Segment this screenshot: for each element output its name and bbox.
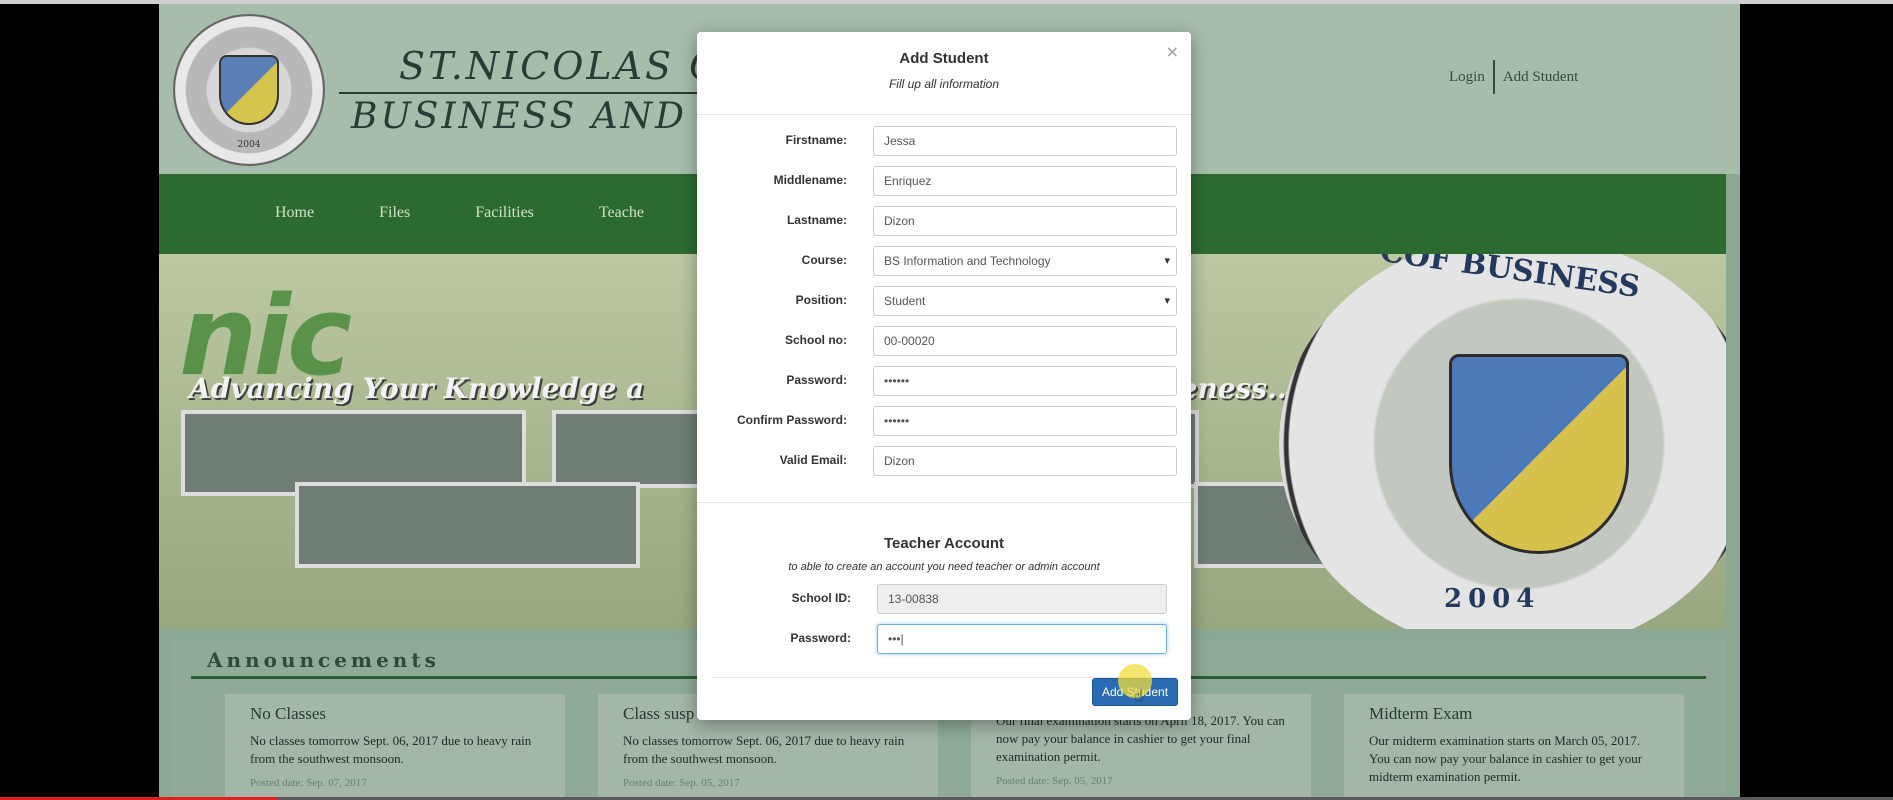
lastname-row: Lastname: Dizon xyxy=(697,206,1191,236)
add-student-modal: × Add Student Fill up all information Fi… xyxy=(697,32,1191,720)
valid-email-input[interactable]: Dizon xyxy=(873,446,1177,476)
teacher-school-id-row: School ID: 13-00838 xyxy=(697,584,1191,614)
teacher-account-title: Teacher Account xyxy=(883,535,1005,552)
confirm-password-label: Confirm Password: xyxy=(736,413,847,427)
hand-cursor-icon: ☝ xyxy=(1134,686,1144,705)
middlename-label: Middlename: xyxy=(773,173,847,187)
middlename-row: Middlename: Enriquez xyxy=(697,166,1191,196)
school-no-label: School no: xyxy=(785,333,847,347)
position-label: Position: xyxy=(795,293,847,307)
modal-title: Add Student xyxy=(899,50,989,67)
password-row: Password: •••••• xyxy=(697,366,1191,396)
valid-email-label: Valid Email: xyxy=(779,453,847,467)
teacher-password-label: Password: xyxy=(790,631,851,645)
teacher-school-id-input[interactable]: 13-00838 xyxy=(877,584,1167,614)
modal-subtitle: Fill up all information xyxy=(888,77,1000,91)
modal-divider xyxy=(697,114,1191,115)
modal-divider xyxy=(697,502,1191,503)
teacher-account-subtitle: to able to create an account you need te… xyxy=(788,561,1100,573)
teacher-password-input[interactable]: •••| xyxy=(877,624,1167,654)
middlename-input[interactable]: Enriquez xyxy=(873,166,1177,196)
firstname-row: Firstname: Jessa xyxy=(697,126,1191,156)
course-label: Course: xyxy=(801,253,847,267)
valid-email-row: Valid Email: Dizon xyxy=(697,446,1191,476)
school-no-input[interactable]: 00-00020 xyxy=(873,326,1177,356)
confirm-password-input[interactable]: •••••• xyxy=(873,406,1177,436)
password-input[interactable]: •••••• xyxy=(873,366,1177,396)
position-row: Position: Student xyxy=(697,286,1191,316)
lastname-label: Lastname: xyxy=(786,213,847,227)
teacher-school-id-label: School ID: xyxy=(791,591,851,605)
lastname-input[interactable]: Dizon xyxy=(873,206,1177,236)
position-select[interactable]: Student xyxy=(873,286,1177,316)
course-select[interactable]: BS Information and Technology xyxy=(873,246,1177,276)
course-row: Course: BS Information and Technology xyxy=(697,246,1191,276)
teacher-password-row: Password: •••| xyxy=(697,624,1191,654)
confirm-password-row: Confirm Password: •••••• xyxy=(697,406,1191,436)
firstname-label: Firstname: xyxy=(785,133,847,147)
school-no-row: School no: 00-00020 xyxy=(697,326,1191,356)
firstname-input[interactable]: Jessa xyxy=(873,126,1177,156)
password-label: Password: xyxy=(786,373,847,387)
